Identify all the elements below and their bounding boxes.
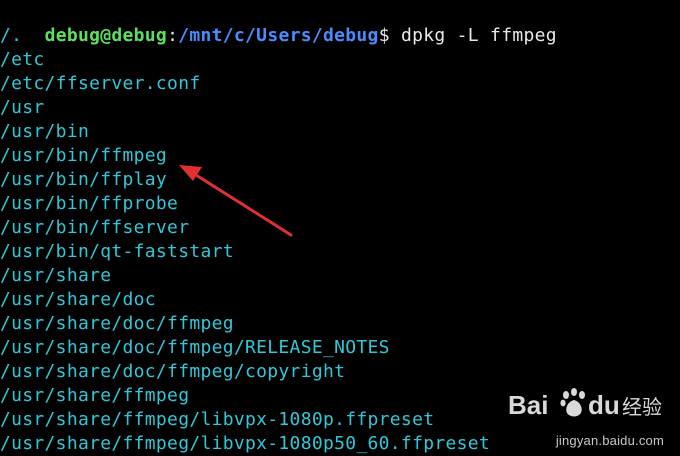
svg-text:du: du bbox=[588, 390, 620, 420]
output-line: /. bbox=[0, 25, 23, 46]
prompt-user-host: debug@debug bbox=[44, 25, 168, 46]
output-line: /etc bbox=[0, 49, 45, 70]
output-line: /usr/bin/ffmpeg bbox=[0, 145, 168, 166]
output-line: /usr/share/doc bbox=[0, 289, 156, 310]
output-line: /usr/share/ffmpeg/libvpx-1080p.ffpreset bbox=[0, 409, 435, 430]
arrow-shaft bbox=[194, 173, 293, 237]
output-line: /usr bbox=[0, 97, 45, 118]
output-line: /usr/bin/ffserver bbox=[0, 217, 190, 238]
output-line: /usr/bin/qt-faststart bbox=[0, 241, 234, 262]
output-line: /usr/bin bbox=[0, 121, 90, 142]
output-line: /usr/share/doc/ffmpeg/RELEASE_NOTES bbox=[0, 337, 390, 358]
output-line: /etc/ffserver.conf bbox=[0, 73, 201, 94]
prompt-symbol: $ bbox=[378, 25, 390, 46]
output-line: /usr/share/doc/ffmpeg/copyright bbox=[0, 361, 346, 382]
arrow-head bbox=[179, 165, 202, 181]
prompt-path: /mnt/c/Users/debug bbox=[178, 25, 379, 46]
output-line: /usr/share/ffmpeg bbox=[0, 385, 190, 406]
baidu-logo-icon: Bai du 经验 bbox=[508, 388, 662, 420]
output-line: /usr/share/doc/ffmpeg bbox=[0, 313, 234, 334]
output-line: /usr/bin/ffplay bbox=[0, 169, 168, 190]
baidu-watermark: Bai du 经验 jingyan.baidu.com bbox=[508, 384, 668, 448]
svg-text:经验: 经验 bbox=[622, 395, 662, 419]
prompt-separator: : bbox=[167, 25, 179, 46]
watermark-url: jingyan.baidu.com bbox=[555, 433, 664, 448]
prompt-line: debug@debug:/mnt/c/Users/debug$ dpkg -L … bbox=[0, 0, 557, 46]
output-line: /usr/bin/ffprobe bbox=[0, 193, 179, 214]
output-line: /usr/share bbox=[0, 265, 112, 286]
svg-text:Bai: Bai bbox=[508, 390, 548, 420]
prompt-command: dpkg -L ffmpeg bbox=[389, 25, 557, 46]
terminal-window[interactable]: debug@debug:/mnt/c/Users/debug$ dpkg -L … bbox=[0, 0, 680, 456]
output-line: /usr/share/ffmpeg/libvpx-1080p50_60.ffpr… bbox=[0, 433, 491, 454]
